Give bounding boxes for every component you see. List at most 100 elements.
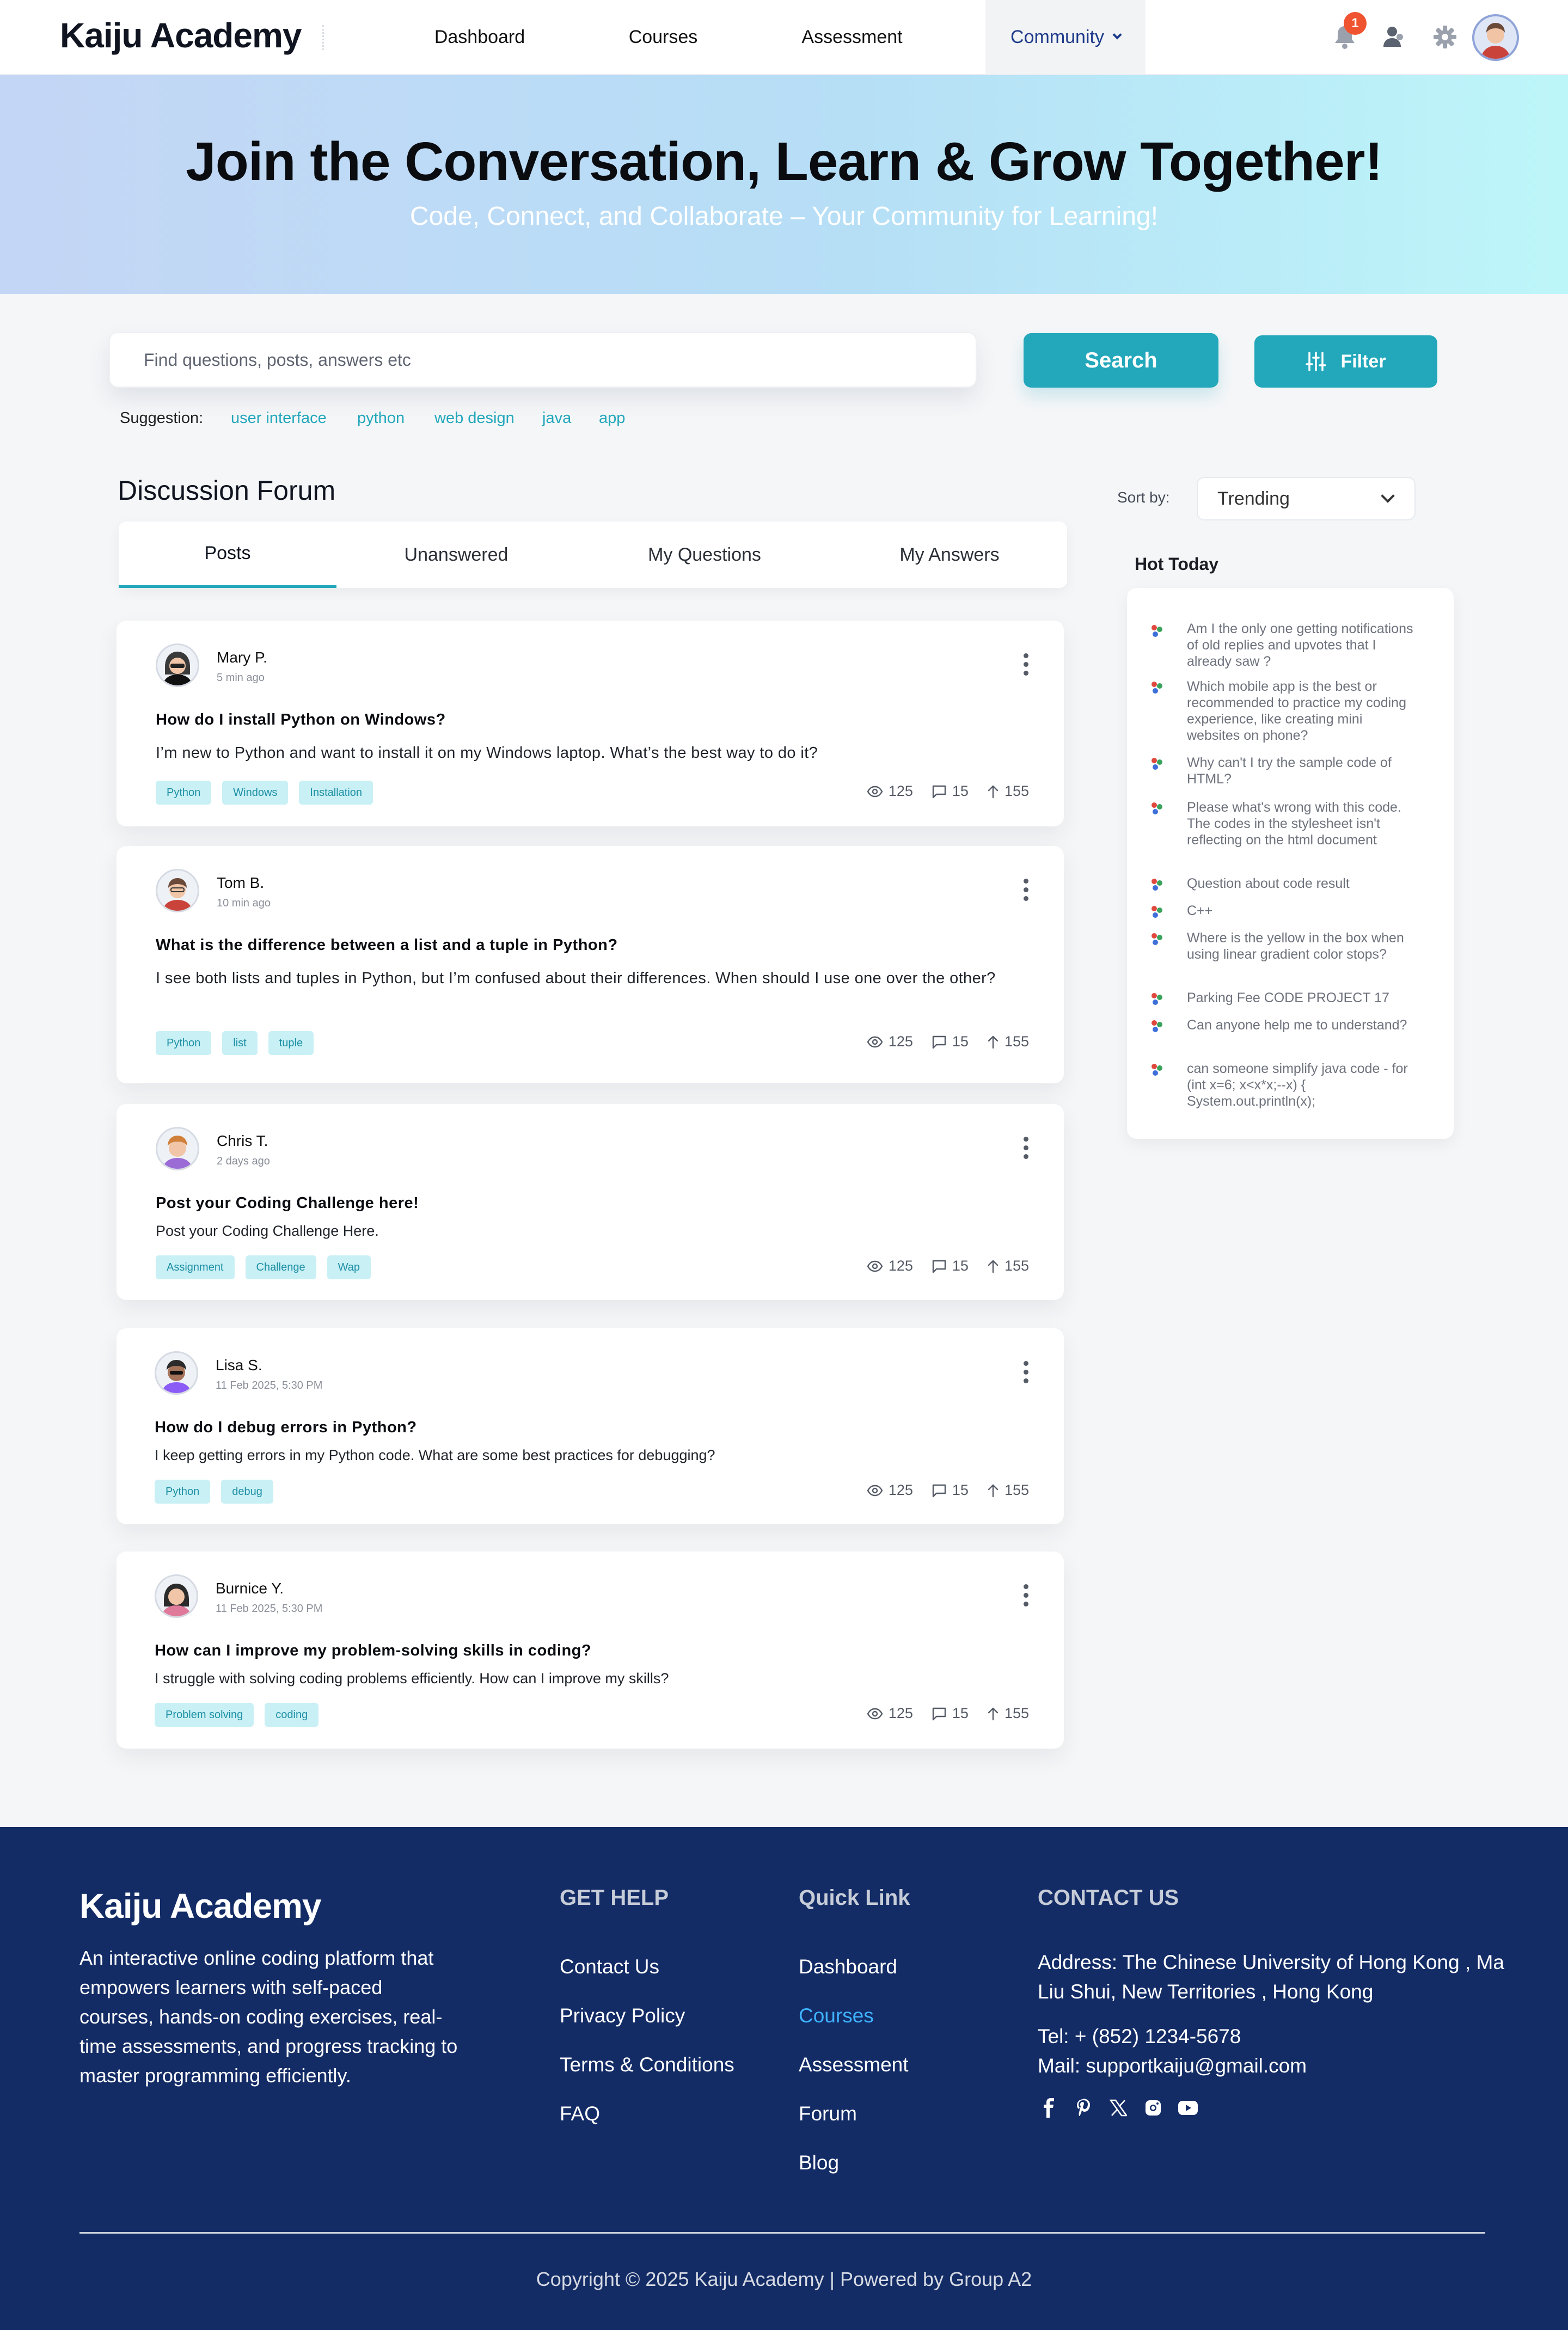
tab-my-answers[interactable]: My Answers [841,522,1058,588]
post-title[interactable]: How do I debug errors in Python? [155,1419,417,1437]
author-name[interactable]: Burnice Y. [216,1580,284,1597]
contact-tel: Tel: + (852) 1234-5678 [1038,2025,1241,2047]
post-title[interactable]: How can I improve my problem-solving ski… [155,1642,591,1660]
view-count: 125 [888,1033,913,1050]
hot-item[interactable]: Which mobile app is the best or recommen… [1187,678,1416,744]
sort-select[interactable]: Trending [1197,477,1416,520]
author-name[interactable]: Chris T. [217,1132,268,1150]
gear-icon[interactable] [1429,21,1461,53]
contact-mail[interactable]: Mail: supportkaiju@gmail.com [1038,2051,1307,2081]
hot-item[interactable]: C++ [1187,903,1416,919]
topic-icon [1152,625,1162,637]
footer-link-assessment[interactable]: Assessment [799,2053,909,2076]
footer-link-courses[interactable]: Courses [799,2004,874,2027]
hot-item[interactable]: Question about code result [1187,875,1416,892]
hot-item[interactable]: Parking Fee CODE PROJECT 17 [1187,990,1416,1006]
suggestion-java[interactable]: java [542,409,571,427]
more-options-icon[interactable] [1024,1361,1029,1383]
topic-icon [1152,1064,1162,1076]
more-options-icon[interactable] [1024,653,1029,676]
post-card[interactable]: Tom B. 10 min ago What is the difference… [117,846,1064,1083]
tag[interactable]: Challenge [245,1255,316,1279]
post-title[interactable]: Post your Coding Challenge here! [156,1194,419,1212]
post-body: Post your Coding Challenge Here. [156,1223,379,1239]
tab-unanswered[interactable]: Unanswered [353,522,560,588]
upvote-icon[interactable] [987,1483,999,1498]
author-name[interactable]: Lisa S. [216,1357,262,1374]
upvote-icon[interactable] [987,1707,999,1721]
hot-item[interactable]: Please what's wrong with this code. The … [1187,799,1416,848]
pinterest-icon[interactable] [1073,2097,1094,2119]
suggestion-user-interface[interactable]: user interface [231,409,327,427]
tag[interactable]: Assignment [156,1255,235,1279]
post-card[interactable]: Chris T. 2 days ago Post your Coding Cha… [117,1104,1064,1300]
filter-button[interactable]: Filter [1254,335,1437,388]
suggestion-app[interactable]: app [599,409,625,427]
post-tags: Python debug [155,1480,273,1504]
footer-link-terms[interactable]: Terms & Conditions [560,2053,734,2076]
tag[interactable]: Python [156,781,212,805]
tag[interactable]: Windows [222,781,289,805]
post-title[interactable]: What is the difference between a list an… [156,936,618,954]
nav-courses[interactable]: Courses [588,0,738,74]
x-icon[interactable] [1107,2097,1129,2119]
tag[interactable]: Wap [327,1255,371,1279]
tag[interactable]: Problem solving [155,1703,254,1727]
author-name[interactable]: Mary P. [217,649,267,666]
post-body: I’m new to Python and want to install it… [156,744,818,762]
footer-link-forum[interactable]: Forum [799,2102,857,2125]
hot-item[interactable]: Why can't I try the sample code of HTML? [1187,755,1416,787]
instagram-icon[interactable] [1142,2097,1164,2119]
search-button[interactable]: Search [1024,333,1218,388]
nav-community[interactable]: Community [985,0,1146,74]
tag[interactable]: list [222,1031,258,1055]
footer-link-dashboard[interactable]: Dashboard [799,1955,897,1978]
search-input[interactable] [144,333,960,387]
upvote-icon[interactable] [987,1259,999,1273]
forum-title: Discussion Forum [118,475,336,506]
upvote-icon[interactable] [987,1035,999,1049]
tag[interactable]: Python [156,1031,212,1055]
post-card[interactable]: Burnice Y. 11 Feb 2025, 5:30 PM How can … [117,1552,1064,1749]
logo[interactable]: Kaiju Academy [60,15,302,56]
user-avatar[interactable] [1472,14,1519,61]
hot-item[interactable]: Am I the only one getting notifications … [1187,621,1416,670]
tab-my-questions[interactable]: My Questions [596,522,813,588]
footer-link-faq[interactable]: FAQ [560,2102,600,2125]
vote-count: 155 [1004,1033,1029,1050]
footer-link-contact-us[interactable]: Contact Us [560,1955,659,1978]
footer-link-privacy-policy[interactable]: Privacy Policy [560,2004,685,2027]
post-card[interactable]: Lisa S. 11 Feb 2025, 5:30 PM How do I de… [117,1328,1064,1524]
hot-item[interactable]: Where is the yellow in the box when usin… [1187,930,1416,962]
author-name[interactable]: Tom B. [217,874,264,892]
nav-assessment[interactable]: Assessment [776,0,928,74]
more-options-icon[interactable] [1024,879,1029,901]
tag[interactable]: tuple [268,1031,314,1055]
nav-dashboard[interactable]: Dashboard [403,0,556,74]
post-tags: Problem solving coding [155,1703,319,1727]
upvote-icon[interactable] [987,784,999,799]
tag[interactable]: coding [265,1703,319,1727]
tag[interactable]: debug [221,1480,273,1504]
footer-link-blog[interactable]: Blog [799,2151,839,2174]
users-icon[interactable] [1377,21,1410,53]
facebook-icon[interactable] [1038,2097,1059,2119]
view-count: 125 [888,1705,913,1721]
comment-count: 15 [952,1033,969,1050]
post-card[interactable]: Mary P. 5 min ago How do I install Pytho… [117,621,1064,826]
hot-item[interactable]: Can anyone help me to understand? [1187,1017,1416,1033]
hot-item[interactable]: can someone simplify java code - for (in… [1187,1060,1416,1109]
tag[interactable]: Installation [299,781,373,805]
post-title[interactable]: How do I install Python on Windows? [156,711,446,729]
footer-logo[interactable]: Kaiju Academy [79,1886,321,1926]
tag[interactable]: Python [155,1480,211,1504]
youtube-icon[interactable] [1177,2097,1199,2119]
divider [322,25,324,50]
more-options-icon[interactable] [1024,1584,1029,1607]
tab-posts[interactable]: Posts [119,522,336,588]
more-options-icon[interactable] [1024,1137,1029,1159]
hero-banner: Join the Conversation, Learn & Grow Toge… [0,75,1568,294]
suggestion-web-design[interactable]: web design [434,409,514,427]
vote-count: 155 [1004,1482,1029,1498]
suggestion-python[interactable]: python [357,409,405,427]
